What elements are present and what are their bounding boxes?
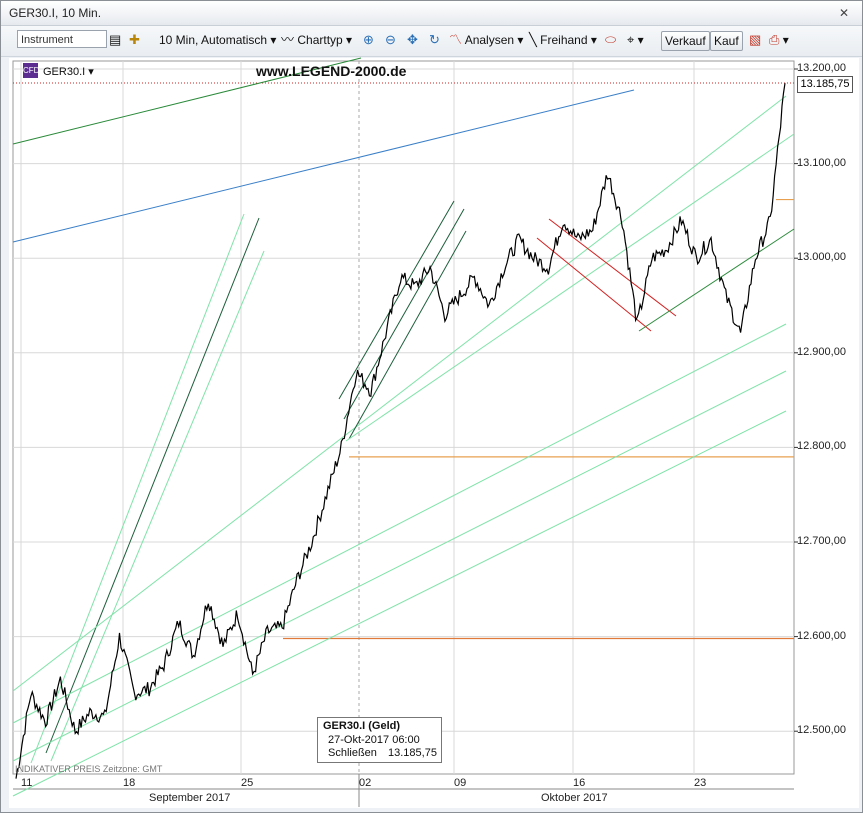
channel-line [30, 213, 245, 764]
tooltip-title: GER30.I (Geld) [323, 720, 401, 732]
instrument-label: GER30.I [43, 66, 86, 78]
x-tick-label: 11 [21, 777, 33, 789]
instrument-flag-icon: CFD [23, 63, 39, 78]
channel-line [45, 217, 260, 754]
x-tick-label: 09 [454, 777, 467, 789]
month-label: Oktober 2017 [541, 792, 608, 804]
x-tick-label: 16 [573, 777, 586, 789]
instrument-selector[interactable]: GER30.I ▾ [43, 65, 94, 78]
channel-line [345, 133, 795, 442]
x-tick-label: 25 [241, 777, 254, 789]
y-tick-label: 12.700,00 [797, 535, 846, 547]
tooltip-datetime: 27-Okt-2017 06:00 [328, 734, 420, 746]
channel-line [338, 200, 455, 400]
price-chart[interactable] [1, 1, 862, 812]
x-tick-label: 18 [123, 777, 136, 789]
month-label: September 2017 [149, 792, 231, 804]
channel-line [343, 208, 465, 420]
plot-border [12, 60, 795, 775]
channel-line [12, 323, 787, 724]
channel-line [348, 230, 467, 440]
tooltip-close-value: 13.185,75 [388, 747, 437, 759]
x-tick-label: 23 [694, 777, 707, 789]
footer-note: INDIKATIVER PREIS Zeitzone: GMT [15, 764, 163, 774]
y-tick-label: 12.600,00 [797, 629, 846, 642]
tooltip-close-label: Schließen [328, 747, 377, 759]
y-tick-label: 13.100,00 [797, 156, 846, 169]
y-tick-label: 13.000,00 [797, 251, 846, 264]
y-tick-label: 12.900,00 [797, 345, 846, 358]
channel-line [50, 250, 265, 762]
y-tick-label: 12.500,00 [797, 724, 846, 737]
y-tick-label: 13.200,00 [797, 62, 846, 74]
watermark: www.LEGEND-2000.de [256, 63, 407, 79]
data-tooltip: GER30.I (Geld) 27-Okt-2017 06:00 Schließ… [317, 717, 442, 763]
y-tick-label: 12.800,00 [797, 440, 846, 453]
chart-window: GER30.I, 10 Min. ✕ Instrument ▤ ✚ 10 Min… [0, 0, 863, 813]
channel-line [12, 370, 787, 762]
uptrend-line [638, 228, 795, 332]
price-line [15, 83, 786, 779]
channel-line [12, 95, 787, 692]
x-tick-label: 02 [359, 777, 372, 789]
current-price-tag: 13.185,75 [797, 76, 853, 93]
red-channel-line [548, 218, 677, 317]
blue-trendline [12, 89, 635, 243]
red-channel-line [536, 237, 652, 332]
